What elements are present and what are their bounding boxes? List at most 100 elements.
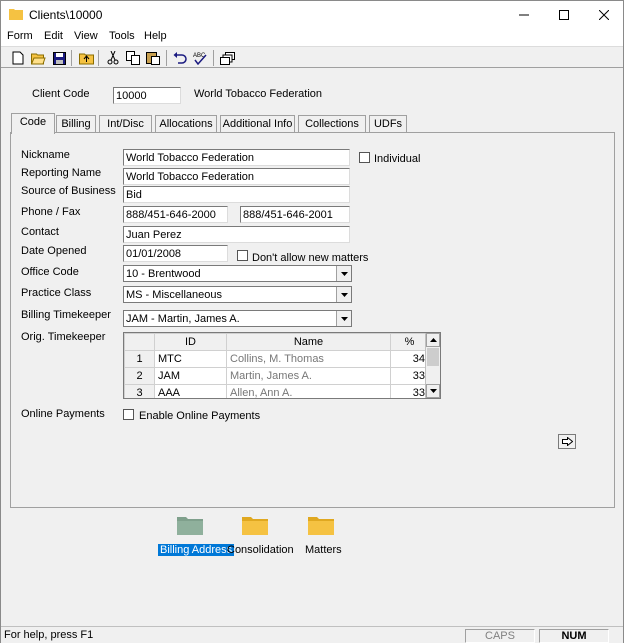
menu-view[interactable]: View xyxy=(74,30,98,42)
client-code-input[interactable]: 10000 xyxy=(113,87,181,104)
reporting-name-label: Reporting Name xyxy=(21,167,102,179)
row-number: 2 xyxy=(124,367,155,385)
date-opened-input[interactable]: 01/01/2008 xyxy=(123,245,228,262)
cell-name[interactable]: Collins, M. Thomas xyxy=(226,350,391,368)
nickname-label: Nickname xyxy=(21,149,70,161)
orig-timekeeper-grid[interactable]: ID Name % 1 MTC Collins, M. Thomas 34 2 … xyxy=(123,332,441,399)
copy-icon xyxy=(126,51,140,65)
cell-id[interactable]: JAM xyxy=(154,367,227,385)
dropdown-arrow-icon[interactable] xyxy=(336,287,351,302)
grid-header-name[interactable]: Name xyxy=(226,333,391,351)
client-window: Clients\10000 Form Edit View Tools Help xyxy=(0,0,624,643)
tab-int-disc[interactable]: Int/Disc xyxy=(99,115,152,133)
save-icon xyxy=(52,51,66,65)
matters-folder-icon[interactable] xyxy=(308,515,334,535)
individual-checkbox[interactable] xyxy=(359,152,370,163)
scroll-down-icon[interactable] xyxy=(426,384,440,398)
grid-scrollbar[interactable] xyxy=(425,333,440,398)
billing-address-folder-icon[interactable] xyxy=(177,515,203,535)
spellcheck-button[interactable]: ABC xyxy=(192,50,208,66)
orig-timekeeper-label: Orig. Timekeeper xyxy=(21,331,106,343)
office-code-select[interactable]: 10 - Brentwood xyxy=(123,265,352,282)
phone-input[interactable]: 888/451-646-2000 xyxy=(123,206,228,223)
maximize-button[interactable] xyxy=(546,1,582,29)
menu-tools[interactable]: Tools xyxy=(109,30,135,42)
copy-button[interactable] xyxy=(125,50,141,66)
tab-collections[interactable]: Collections xyxy=(298,115,366,133)
grid-header-id[interactable]: ID xyxy=(154,333,227,351)
up-folder-button[interactable] xyxy=(78,50,94,66)
scissors-icon xyxy=(107,51,119,65)
table-row[interactable]: 3 AAA Allen, Ann A. 33 xyxy=(124,384,429,398)
table-row[interactable]: 2 JAM Martin, James A. 33 xyxy=(124,367,429,385)
office-code-label: Office Code xyxy=(21,266,79,278)
cell-name[interactable]: Allen, Ann A. xyxy=(226,384,391,398)
next-button[interactable] xyxy=(558,434,576,449)
cell-name[interactable]: Martin, James A. xyxy=(226,367,391,385)
cell-pct[interactable]: 34 xyxy=(390,350,429,368)
caps-indicator: CAPS xyxy=(465,629,535,643)
consolidation-folder-icon[interactable] xyxy=(242,515,268,535)
menu-edit[interactable]: Edit xyxy=(44,30,63,42)
up-folder-icon xyxy=(78,53,94,64)
individual-label: Individual xyxy=(374,153,421,165)
undo-button[interactable] xyxy=(172,50,188,66)
tab-billing[interactable]: Billing xyxy=(56,115,96,133)
billing-timekeeper-select[interactable]: JAM - Martin, James A. xyxy=(123,310,352,327)
windows-button[interactable] xyxy=(219,50,235,66)
tab-allocations[interactable]: Allocations xyxy=(155,115,217,133)
nickname-input[interactable]: World Tobacco Federation xyxy=(123,149,350,166)
menu-bar: Form Edit View Tools Help xyxy=(1,29,623,46)
cell-id[interactable]: AAA xyxy=(154,384,227,398)
matters-label[interactable]: Matters xyxy=(305,544,342,556)
menu-form[interactable]: Form xyxy=(7,30,33,42)
open-folder-icon xyxy=(30,53,46,64)
billing-address-label[interactable]: Billing Address xyxy=(158,544,235,556)
enable-online-payments-label: Enable Online Payments xyxy=(139,410,261,422)
grid-header-pct[interactable]: % xyxy=(390,333,429,351)
cell-id[interactable]: MTC xyxy=(154,350,227,368)
maximize-icon xyxy=(559,10,569,20)
consolidation-label[interactable]: Consolidation xyxy=(227,544,294,556)
tab-additional-info[interactable]: Additional Info xyxy=(220,115,295,133)
enable-online-payments-checkbox[interactable] xyxy=(123,409,134,420)
practice-class-value: MS - Miscellaneous xyxy=(126,289,222,301)
dropdown-arrow-icon[interactable] xyxy=(336,311,351,326)
paste-icon xyxy=(146,52,160,65)
cell-pct[interactable]: 33 xyxy=(390,367,429,385)
practice-class-label: Practice Class xyxy=(21,287,92,299)
date-opened-label: Date Opened xyxy=(21,245,87,257)
reporting-name-input[interactable]: World Tobacco Federation xyxy=(123,168,350,185)
row-number: 1 xyxy=(124,350,155,368)
dropdown-arrow-icon[interactable] xyxy=(336,266,351,281)
contact-input[interactable]: Juan Perez xyxy=(123,226,350,243)
scroll-thumb[interactable] xyxy=(427,348,439,366)
title-bar: Clients\10000 xyxy=(1,1,623,29)
open-button[interactable] xyxy=(30,50,46,66)
source-input[interactable]: Bid xyxy=(123,186,350,203)
spellcheck-icon: ABC xyxy=(193,53,207,65)
dont-allow-label: Don't allow new matters xyxy=(252,252,369,264)
cell-pct[interactable]: 33 xyxy=(390,384,429,398)
new-document-icon xyxy=(12,51,24,65)
cut-button[interactable] xyxy=(105,50,121,66)
paste-button[interactable] xyxy=(145,50,161,66)
practice-class-select[interactable]: MS - Miscellaneous xyxy=(123,286,352,303)
num-indicator: NUM xyxy=(539,629,609,643)
minimize-button[interactable] xyxy=(506,1,542,29)
new-button[interactable] xyxy=(10,50,26,66)
fax-input[interactable]: 888/451-646-2001 xyxy=(240,206,350,223)
tab-udfs[interactable]: UDFs xyxy=(369,115,407,133)
save-button[interactable] xyxy=(51,50,67,66)
billing-timekeeper-label: Billing Timekeeper xyxy=(21,309,111,321)
undo-icon xyxy=(173,52,187,64)
scroll-up-icon[interactable] xyxy=(426,333,440,347)
close-button[interactable] xyxy=(586,1,622,29)
source-label: Source of Business xyxy=(21,185,116,197)
table-row[interactable]: 1 MTC Collins, M. Thomas 34 xyxy=(124,350,429,368)
contact-label: Contact xyxy=(21,226,59,238)
dont-allow-checkbox[interactable] xyxy=(237,250,248,261)
tab-code[interactable]: Code xyxy=(11,113,55,134)
toolbar: ABC xyxy=(1,46,623,68)
menu-help[interactable]: Help xyxy=(144,30,167,42)
